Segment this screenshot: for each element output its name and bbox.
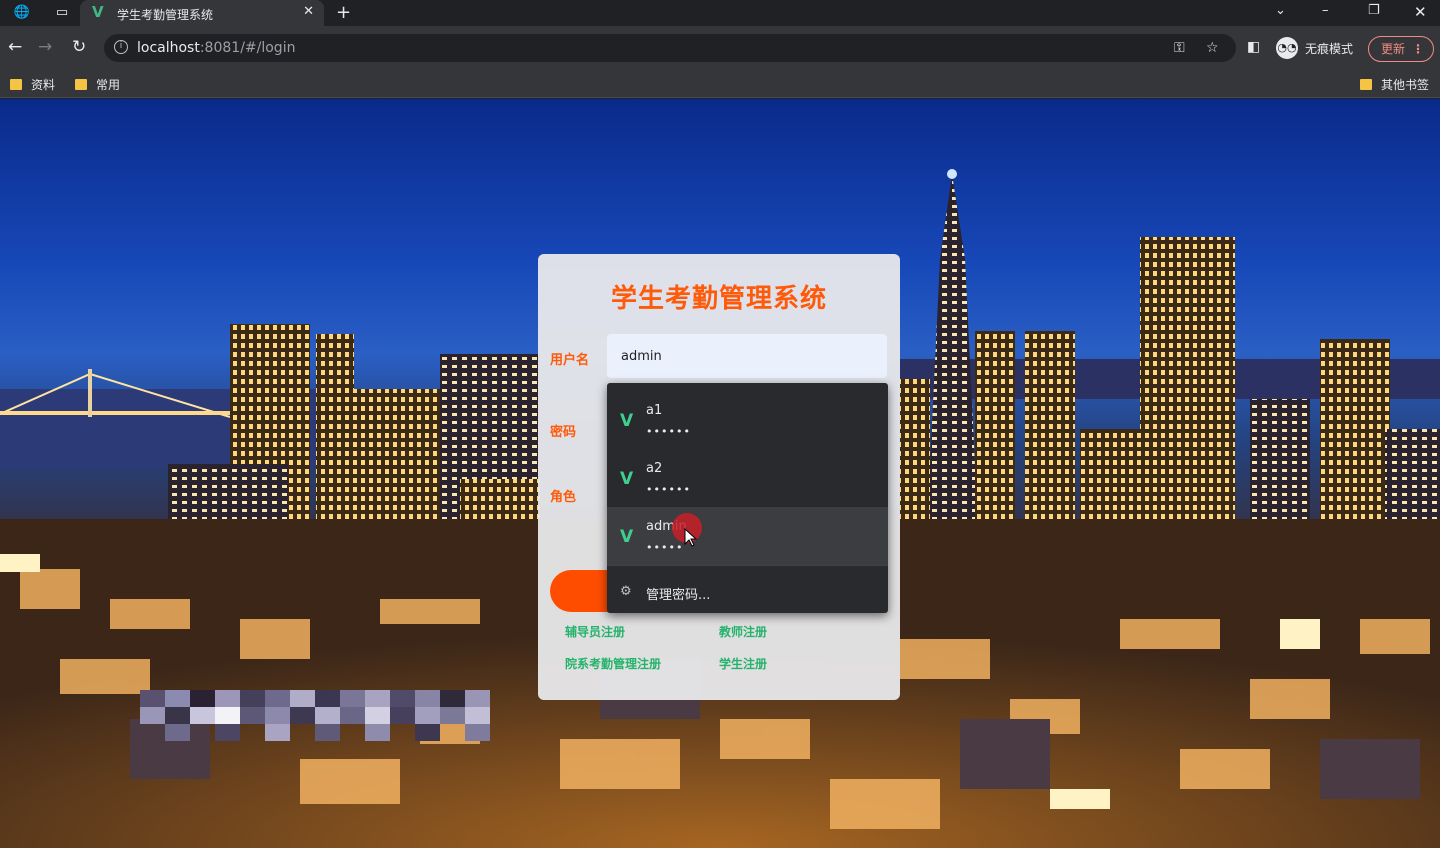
role-label: 角色 — [550, 490, 577, 505]
minimize-icon[interactable]: – — [1322, 3, 1329, 18]
tab-title: 学生考勤管理系统 — [117, 8, 214, 22]
incognito-indicator[interactable]: ◔◔ 无痕模式 — [1276, 36, 1360, 60]
vue-logo-icon: V — [620, 469, 634, 489]
password-autofill-dropdown: V a1 •••••• V a2 •••••• V admin ••••• ⚙ … — [607, 383, 888, 613]
autofill-option[interactable]: V a2 •••••• — [607, 449, 888, 507]
bookmark-star-icon[interactable]: ☆ — [1206, 40, 1219, 56]
manage-passwords-label: 管理密码... — [646, 588, 711, 603]
menu-dots-icon[interactable]: ⋮ — [1412, 37, 1424, 61]
vue-logo-icon: V — [620, 411, 634, 431]
autofill-password-mask: •••••• — [646, 483, 691, 496]
update-button[interactable]: 更新 ⋮ — [1368, 36, 1434, 62]
manage-passwords-option[interactable]: ⚙ 管理密码... — [607, 573, 888, 613]
tab-list-chevron-icon[interactable]: ⌄ — [1275, 3, 1286, 18]
vue-logo-icon: V — [620, 527, 634, 547]
autofill-password-mask: ••••• — [646, 541, 684, 554]
page-title: 学生考勤管理系统 — [610, 284, 827, 314]
counselor-register-link[interactable]: 辅导员注册 — [565, 623, 625, 640]
new-tab-button[interactable]: + — [336, 2, 351, 23]
username-label: 用户名 — [550, 353, 590, 368]
autofill-option[interactable]: V admin ••••• — [607, 507, 888, 565]
tab-close-icon[interactable]: ✕ — [303, 4, 314, 19]
autofill-username: a1 — [646, 403, 663, 418]
forward-icon[interactable]: → — [38, 37, 52, 57]
update-label: 更新 — [1381, 42, 1406, 56]
active-tab[interactable]: V 学生考勤管理系统 ✕ — [80, 0, 324, 26]
globe-icon[interactable]: 🌐 — [12, 4, 32, 22]
restore-icon[interactable]: ❐ — [1368, 3, 1380, 18]
back-icon[interactable]: ← — [8, 37, 22, 57]
username-input[interactable] — [607, 334, 887, 378]
url-path: :8081/#/login — [199, 40, 296, 56]
side-panel-icon[interactable]: ◧ — [1247, 39, 1260, 55]
vue-logo-icon: V — [92, 3, 104, 21]
url-host: localhost — [137, 40, 200, 56]
dropdown-divider — [607, 565, 888, 566]
tab-search-icon[interactable]: ▭ — [52, 4, 72, 22]
incognito-icon: ◔◔ — [1276, 37, 1298, 59]
incognito-label: 无痕模式 — [1305, 42, 1354, 56]
browser-toolbar: ← → ↻ i localhost:8081/#/login ⚿ ☆ ◧ ◔◔ … — [0, 26, 1440, 70]
teacher-register-link[interactable]: 教师注册 — [719, 623, 767, 640]
key-icon[interactable]: ⚿ — [1174, 40, 1185, 56]
address-bar[interactable]: i localhost:8081/#/login ⚿ ☆ — [104, 34, 1236, 62]
reload-icon[interactable]: ↻ — [72, 37, 86, 57]
pixelated-watermark — [140, 690, 490, 742]
bookmark-folder-changyong[interactable]: 常用 — [75, 76, 120, 92]
autofill-password-mask: •••••• — [646, 425, 691, 438]
password-label: 密码 — [550, 425, 577, 440]
student-register-link[interactable]: 学生注册 — [719, 655, 767, 672]
bookmarks-bar: 资料 常用 其他书签 — [0, 70, 1440, 98]
bookmark-folder-other[interactable]: 其他书签 — [1360, 76, 1429, 92]
department-register-link[interactable]: 院系考勤管理注册 — [565, 655, 661, 672]
site-info-icon[interactable]: i — [114, 40, 128, 54]
tab-strip: 🌐 ▭ V 学生考勤管理系统 ✕ + ⌄ – ❐ ✕ — [0, 0, 1440, 26]
mouse-cursor-icon — [684, 528, 698, 547]
bookmark-folder-ziliao[interactable]: 资料 — [10, 76, 55, 92]
folder-icon — [10, 79, 22, 90]
gear-icon: ⚙ — [620, 584, 632, 599]
window-close-icon[interactable]: ✕ — [1414, 3, 1427, 21]
folder-icon — [75, 79, 87, 90]
autofill-username: a2 — [646, 461, 663, 476]
autofill-option[interactable]: V a1 •••••• — [607, 391, 888, 449]
folder-icon — [1360, 79, 1372, 90]
